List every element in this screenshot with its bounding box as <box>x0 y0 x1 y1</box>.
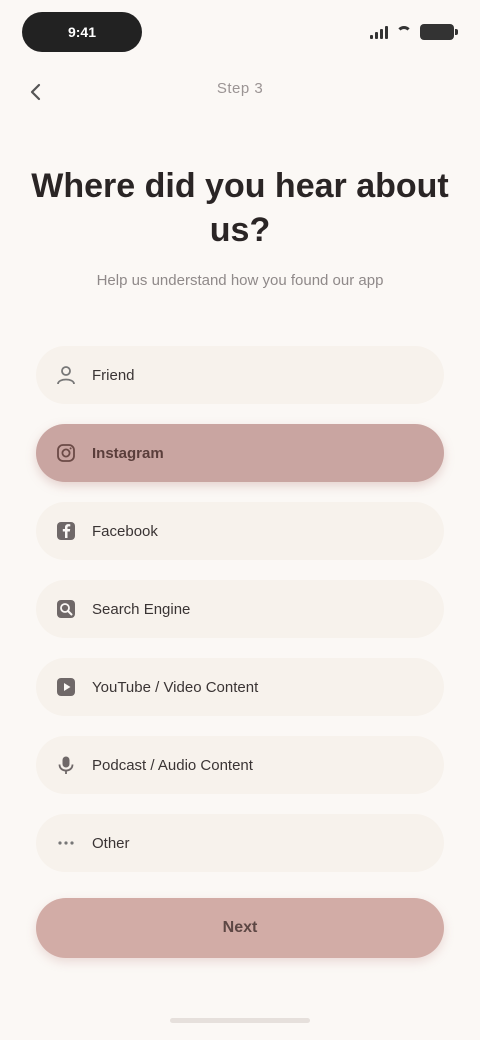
page-title: Where did you hear about us? <box>31 167 449 249</box>
home-indicator <box>170 1018 310 1023</box>
nav-title: Step 3 <box>216 80 264 97</box>
option-label: Search Engine <box>92 600 191 618</box>
option-label: Facebook <box>92 522 158 540</box>
option-facebook[interactable]: Facebook <box>36 502 444 560</box>
nav-bar: Step 3 <box>0 64 480 120</box>
next-button[interactable]: Next <box>36 898 444 958</box>
option-list: Friend Instagram Facebook Search Engine … <box>36 346 444 892</box>
video-icon <box>54 675 78 699</box>
signal-icon <box>370 25 388 39</box>
user-icon <box>54 363 78 387</box>
option-label: Instagram <box>92 444 164 462</box>
instagram-icon <box>54 441 78 465</box>
option-other[interactable]: Other <box>36 814 444 872</box>
podcast-icon <box>54 753 78 777</box>
option-podcast[interactable]: Podcast / Audio Content <box>36 736 444 794</box>
status-time: 9:41 <box>22 12 142 52</box>
option-label: YouTube / Video Content <box>92 678 259 696</box>
battery-icon <box>420 24 458 40</box>
option-youtube[interactable]: YouTube / Video Content <box>36 658 444 716</box>
page-subtitle: Help us understand how you found our app <box>96 272 384 289</box>
option-instagram[interactable]: Instagram <box>36 424 444 482</box>
option-label: Other <box>92 834 130 852</box>
ellipsis-icon <box>54 831 78 855</box>
option-search-engine[interactable]: Search Engine <box>36 580 444 638</box>
status-icons <box>370 18 458 46</box>
facebook-icon <box>54 519 78 543</box>
option-label: Podcast / Audio Content <box>92 756 253 774</box>
status-bar: 9:41 <box>0 0 480 64</box>
option-label: Friend <box>92 366 135 384</box>
option-friend[interactable]: Friend <box>36 346 444 404</box>
search-icon <box>54 597 78 621</box>
wifi-icon <box>396 26 412 38</box>
